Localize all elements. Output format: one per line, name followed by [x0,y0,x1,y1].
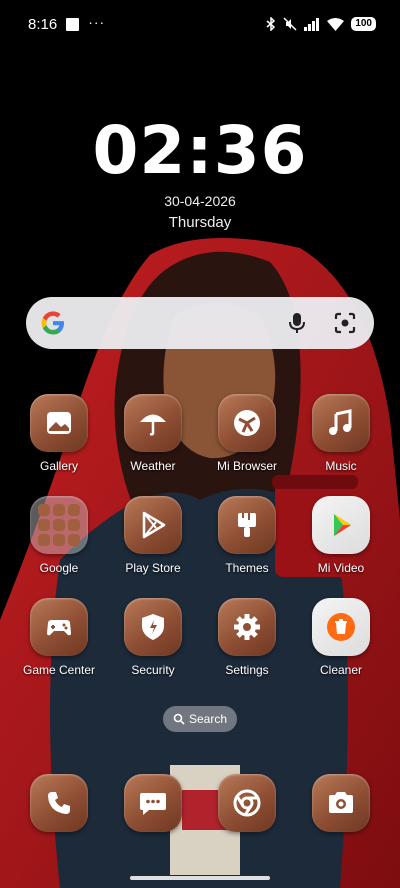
message-icon [140,793,166,815]
clock-date: 30-04-2026 [164,193,236,209]
microphone-icon[interactable] [284,310,310,336]
google-search-bar[interactable] [26,297,374,349]
play-store-icon [142,511,166,539]
google-lens-icon[interactable] [332,310,358,336]
mute-icon [283,17,297,31]
app-security[interactable]: Security [107,598,199,677]
camera-icon [329,792,353,813]
google-logo-icon [41,311,64,335]
app-play-store[interactable]: Play Store [107,496,199,575]
folder-google[interactable]: Google [13,496,105,575]
app-label: Play Store [125,561,181,575]
dock-phone[interactable] [13,774,105,832]
gamepad-icon [47,620,71,636]
music-note-icon [329,409,352,435]
app-label: Google [39,561,79,575]
app-mi-video[interactable]: Mi Video [295,496,387,575]
app-mi-browser[interactable]: Mi Browser [201,394,293,473]
shield-icon [142,614,164,640]
app-label: Gallery [39,459,78,473]
app-label: Settings [225,663,269,677]
status-bar: 8:16 ··· 100 [0,0,400,48]
umbrella-icon [140,414,166,436]
search-icon [173,713,185,725]
app-label: Themes [225,561,269,575]
clock-day: Thursday [168,214,232,231]
bluetooth-icon [266,17,276,31]
signal-icon [304,17,320,31]
app-label: Weather [130,459,176,473]
app-themes[interactable]: Themes [201,496,293,575]
status-time: 8:16 [28,15,58,33]
app-label: Mi Video [317,561,365,575]
gallery-icon [47,412,71,434]
dock-chrome[interactable] [201,774,293,832]
play-icon [334,514,351,536]
app-label: Game Center [22,663,96,677]
dock-messages[interactable] [107,774,199,832]
paintbrush-icon [238,513,256,537]
folder-icon [30,496,88,554]
app-label: Mi Browser [216,459,277,473]
app-label: Music [325,459,357,473]
battery-indicator: 100 [351,17,376,31]
gesture-navigation-bar[interactable] [130,876,270,880]
app-label: Cleaner [319,663,363,677]
search-label: Search [188,712,228,726]
app-cleaner[interactable]: Cleaner [295,598,387,677]
trash-icon [327,613,355,641]
notification-square-icon [66,17,80,31]
app-music[interactable]: Music [295,394,387,473]
dock-camera[interactable] [295,774,387,832]
chrome-icon [233,789,261,817]
app-game-center[interactable]: Game Center [13,598,105,677]
app-weather[interactable]: Weather [107,394,199,473]
app-settings[interactable]: Settings [201,598,293,677]
phone-icon [48,792,70,814]
app-label: Security [131,663,175,677]
wifi-icon [327,17,345,31]
more-notifications-icon: ··· [88,14,106,30]
browser-icon [234,410,260,436]
gear-icon [234,614,260,640]
clock-time[interactable]: 02:36 [0,112,400,189]
app-search-button[interactable]: Search [163,706,237,732]
app-gallery[interactable]: Gallery [13,394,105,473]
